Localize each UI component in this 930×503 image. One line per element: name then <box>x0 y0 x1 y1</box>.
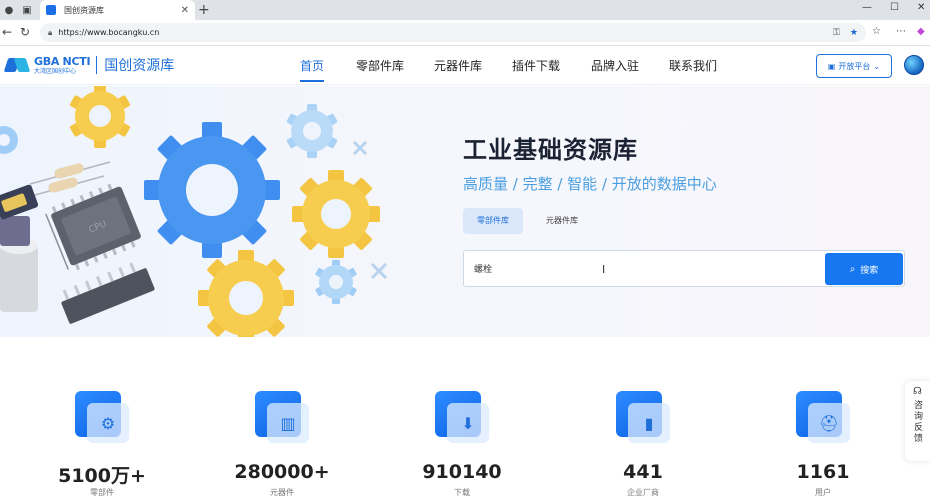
stat-value: 441 <box>623 461 663 483</box>
feedback-widget[interactable]: ☊ 咨询反馈 <box>905 381 930 461</box>
chip-icon: ▥ <box>255 391 309 443</box>
browser-tab-strip: ● ▣ 国创资源库 ✕ + — ☐ ✕ <box>0 0 930 20</box>
capacitor-icon <box>0 184 39 312</box>
hero-subtitle: 高质量 / 完整 / 智能 / 开放的数据中心 <box>463 175 717 193</box>
avatar[interactable] <box>904 55 924 75</box>
stat-label: 用户 <box>815 488 831 497</box>
open-platform-button[interactable]: ▣ 开放平台 ⌄ <box>816 54 892 78</box>
yellow-gear-icon <box>292 170 380 258</box>
tab-parts-library[interactable]: 零部件库 <box>463 208 523 234</box>
nav-plugin-download[interactable]: 插件下载 <box>512 47 560 85</box>
address-bar[interactable]: 🔒︎ https://www.bocangku.cn ⚿ ★ <box>40 23 866 42</box>
download-icon: ⬇ <box>435 391 489 443</box>
close-icon[interactable]: ✕ <box>181 5 189 16</box>
platform-icon: ▣ <box>827 61 836 71</box>
stat-value: 910140 <box>422 461 502 483</box>
tab-actions-icon[interactable]: ▣ <box>20 3 34 17</box>
refresh-icon[interactable]: ↻ <box>20 25 30 39</box>
search-icon: ⌕ <box>849 263 856 275</box>
stat-value: 280000+ <box>234 461 330 483</box>
search-button[interactable]: ⌕ 搜索 <box>825 253 903 285</box>
feedback-label: 咨询反馈 <box>912 400 922 444</box>
logo-subtitle: 大湾区国创中心 <box>34 67 77 75</box>
address-bar-row: ← ↻ 🔒︎ https://www.bocangku.cn ⚿ ★ ☆ ⋯ ◆ <box>0 20 930 46</box>
new-tab-icon[interactable]: + <box>198 1 210 19</box>
stat-label: 企业厂商 <box>627 488 659 497</box>
more-icon[interactable]: ⋯ <box>896 26 906 37</box>
cpu-chip-icon: CPU <box>45 183 141 271</box>
yellow-gear-icon <box>70 86 130 148</box>
site-logo[interactable]: GBA NCTI 大湾区国创中心 国创资源库 <box>3 54 175 75</box>
stat-label: 下载 <box>454 488 470 497</box>
small-gear-icon <box>315 260 357 304</box>
stat-value: 5100万+ <box>58 465 146 487</box>
stat-label: 元器件 <box>270 488 294 497</box>
nav-brand-join[interactable]: 品牌入驻 <box>591 47 639 85</box>
lock-icon[interactable]: 🔒︎ <box>48 28 52 38</box>
logo-divider <box>96 56 98 74</box>
window-close-icon[interactable]: ✕ <box>917 2 925 13</box>
logo-site-name: 国创资源库 <box>104 58 175 74</box>
stat-value: 1161 <box>796 461 850 483</box>
resistor-icon <box>23 161 111 199</box>
tab-components-library[interactable]: 元器件库 <box>532 208 592 234</box>
dip-chip-icon <box>61 262 155 324</box>
search-button-label: 搜索 <box>860 265 879 276</box>
minimize-icon[interactable]: — <box>862 2 872 13</box>
back-icon[interactable]: ← <box>2 25 12 39</box>
stats-section: ⚙ 5100万+ 零部件 ▥ 280000+ 元器件 ⬇ 910140 下载 ▮… <box>0 337 930 503</box>
logo-mark-icon <box>3 56 31 74</box>
nav-parts-library[interactable]: 零部件库 <box>356 47 404 85</box>
site-header: GBA NCTI 大湾区国创中心 国创资源库 首页 零部件库 元器件库 插件下载… <box>0 47 930 85</box>
url-text[interactable]: https://www.bocangku.cn <box>58 28 823 37</box>
profile-icon[interactable]: ● <box>2 3 16 17</box>
text-cursor-icon: I <box>602 263 606 276</box>
open-platform-label: 开放平台 <box>838 61 871 71</box>
chevron-down-icon: ⌄ <box>873 61 881 71</box>
search-box: I ⌕ 搜索 <box>463 250 905 287</box>
copilot-icon[interactable]: ◆ <box>917 26 925 37</box>
search-input[interactable] <box>474 251 814 286</box>
collections-icon[interactable]: ☆ <box>872 26 881 37</box>
headset-icon: ☊ <box>913 386 922 397</box>
maximize-icon[interactable]: ☐ <box>890 2 899 13</box>
browser-tab[interactable]: 国创资源库 ✕ <box>40 0 195 20</box>
large-gear-icon <box>144 122 280 258</box>
user-helmet-icon: ⛑ <box>796 391 850 443</box>
site-favicon-icon <box>46 5 56 15</box>
gear-icon: ⚙ <box>75 391 129 443</box>
nav-components-library[interactable]: 元器件库 <box>434 47 482 85</box>
building-icon: ▮ <box>616 391 670 443</box>
stat-label: 零部件 <box>90 488 114 497</box>
small-gear-icon <box>0 126 18 154</box>
yellow-gear-icon <box>198 250 294 337</box>
tab-title: 国创资源库 <box>64 5 104 15</box>
small-gear-icon <box>286 104 338 158</box>
hero-illustration: CPU <box>0 86 388 337</box>
hero-title: 工业基础资源库 <box>463 136 638 164</box>
nav-contact-us[interactable]: 联系我们 <box>669 47 717 85</box>
favorite-star-icon[interactable]: ★ <box>850 28 858 38</box>
hero-banner: CPU 工业基础资源库 高质量 / 完整 / 智能 / 开放的数据中心 零部件库… <box>0 86 930 337</box>
nav-home[interactable]: 首页 <box>300 47 325 85</box>
logo-gba: GBA NCTI <box>34 54 91 68</box>
key-icon[interactable]: ⚿ <box>833 28 840 38</box>
